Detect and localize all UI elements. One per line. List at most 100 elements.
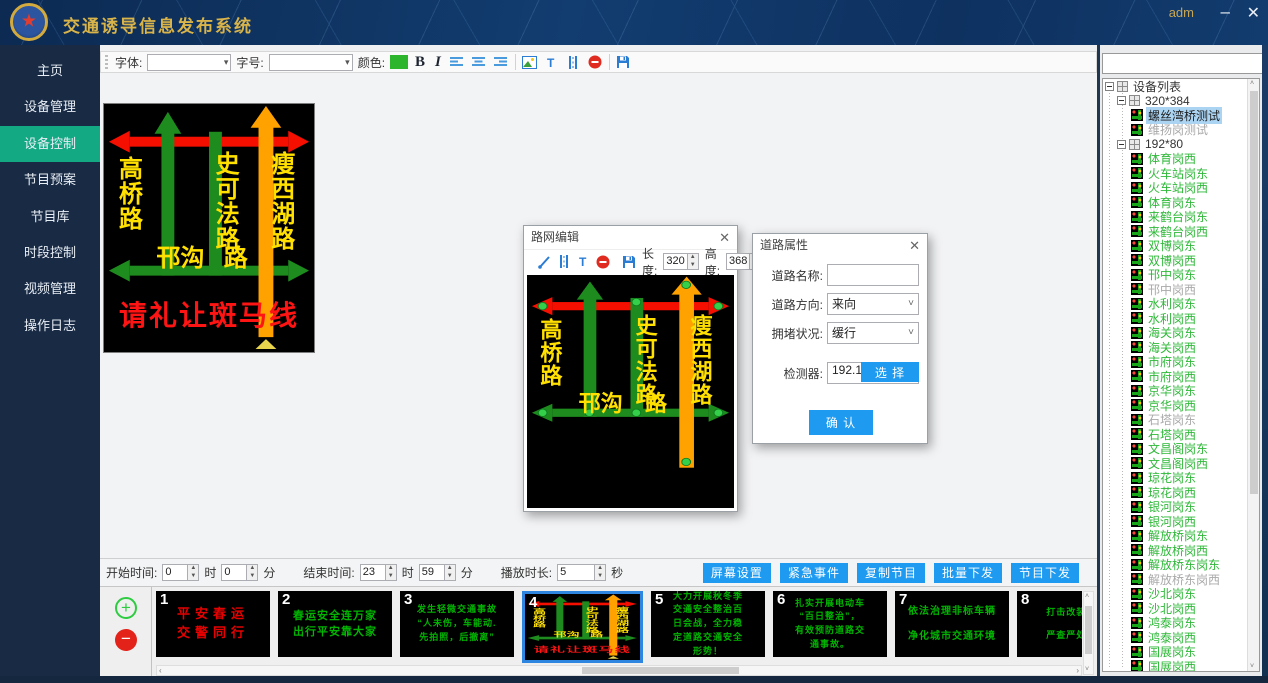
- length-spinner[interactable]: 320▲▼: [663, 253, 698, 270]
- confirm-button[interactable]: 确 认: [809, 410, 873, 435]
- playlist-item-2[interactable]: 2春运安全连万家出行平安靠大家: [278, 591, 392, 657]
- bold-button[interactable]: B: [413, 54, 427, 71]
- font-size-combobox[interactable]: ▾: [269, 54, 353, 71]
- duration-value[interactable]: 5: [557, 564, 595, 581]
- collapse-toggle-icon[interactable]: [1117, 140, 1126, 149]
- playlist-item-6[interactable]: 6扎实开展电动车“百日整治”，有效预防道路交通事故。: [773, 591, 887, 657]
- collapse-toggle-icon[interactable]: [1117, 96, 1126, 105]
- spinner-down-icon[interactable]: ▼: [386, 573, 396, 581]
- sidebar-item-7[interactable]: 视频管理: [0, 271, 100, 307]
- device-node[interactable]: 国展岗西: [1103, 659, 1247, 671]
- playlist-horizontal-scrollbar[interactable]: ‹ ›: [156, 665, 1082, 676]
- control-button-4[interactable]: 批量下发: [934, 563, 1002, 583]
- spinner-up-icon[interactable]: ▲: [247, 565, 257, 573]
- spinner-down-icon[interactable]: ▼: [595, 573, 605, 581]
- spinner-up-icon[interactable]: ▲: [445, 565, 455, 573]
- close-icon[interactable]: ✕: [909, 238, 920, 254]
- minimize-icon[interactable]: –: [1221, 2, 1230, 22]
- spinner-up-icon[interactable]: ▲: [595, 565, 605, 573]
- end-hour-spinner[interactable]: 23▲▼: [360, 564, 397, 581]
- height-value[interactable]: 368: [726, 253, 750, 270]
- duration-spinner[interactable]: 5▲▼: [557, 564, 606, 581]
- start-hour-value[interactable]: 0: [162, 564, 188, 581]
- editor-canvas[interactable]: 高桥路史可法路瘦西湖路邗沟路: [527, 275, 734, 508]
- road-name-input[interactable]: [827, 264, 919, 286]
- congestion-select[interactable]: 缓行˅: [827, 322, 919, 344]
- draw-road-icon[interactable]: [537, 253, 551, 270]
- end-minute-value[interactable]: 59: [419, 564, 445, 581]
- road-handle[interactable]: [682, 281, 691, 288]
- editor-road-network[interactable]: 高桥路史可法路瘦西湖路邗沟路: [527, 275, 734, 480]
- scrollbar-thumb[interactable]: [1085, 606, 1092, 654]
- delete-icon[interactable]: [596, 253, 610, 270]
- end-minute-spinner[interactable]: 59▲▼: [419, 564, 456, 581]
- road-handle[interactable]: [538, 409, 547, 416]
- playlist-item-1[interactable]: 1平安春运交警同行: [156, 591, 270, 657]
- playlist-item-7[interactable]: 7依法治理非标车辆净化城市交通环境: [895, 591, 1009, 657]
- scroll-down-icon[interactable]: ˅: [1250, 663, 1254, 670]
- select-button[interactable]: 选 择: [861, 362, 919, 382]
- scroll-left-icon[interactable]: ‹: [159, 666, 162, 675]
- road-network-icon[interactable]: [565, 54, 582, 71]
- control-button-5[interactable]: 节目下发: [1011, 563, 1079, 583]
- align-left-icon[interactable]: [449, 54, 466, 71]
- collapse-toggle-icon[interactable]: [1105, 82, 1114, 91]
- scroll-right-icon[interactable]: ›: [1076, 666, 1079, 675]
- scroll-down-icon[interactable]: ˅: [1085, 666, 1089, 673]
- close-icon[interactable]: ✕: [719, 230, 730, 246]
- playlist-item-4[interactable]: 4高桥路史可法路瘦西湖路邗沟路请礼让斑马线: [522, 591, 643, 663]
- scroll-up-icon[interactable]: ˄: [1250, 80, 1254, 87]
- playlist-vertical-scrollbar[interactable]: ˄ ˅: [1083, 591, 1094, 675]
- spinner-down-icon[interactable]: ▼: [247, 573, 257, 581]
- playlist-item-5[interactable]: 5大力开展秋冬季交通安全整治百日会战，全力稳定道路交通安全形势！: [651, 591, 765, 657]
- road-handle[interactable]: [714, 409, 723, 416]
- sidebar-item-4[interactable]: 节目预案: [0, 162, 100, 198]
- text-tool-icon[interactable]: T: [577, 253, 590, 270]
- delete-icon[interactable]: [587, 54, 604, 71]
- tree-scrollbar[interactable]: ˄ ˅: [1247, 79, 1259, 671]
- sidebar-item-5[interactable]: 节目库: [0, 199, 100, 235]
- sidebar-item-1[interactable]: 主页: [0, 53, 100, 89]
- scrollbar-thumb[interactable]: [1250, 91, 1258, 494]
- italic-button[interactable]: I: [432, 54, 444, 71]
- control-button-2[interactable]: 紧急事件: [780, 563, 848, 583]
- road-direction-select[interactable]: 来向˅: [827, 293, 919, 315]
- road-handle[interactable]: [632, 409, 641, 416]
- spinner-down-icon[interactable]: ▼: [445, 573, 455, 581]
- sidebar-item-2[interactable]: 设备管理: [0, 89, 100, 125]
- align-right-icon[interactable]: [493, 54, 510, 71]
- sidebar-item-8[interactable]: 操作日志: [0, 308, 100, 344]
- save-icon[interactable]: [615, 54, 632, 71]
- spinner-up-icon[interactable]: ▲: [188, 565, 198, 573]
- road-handle[interactable]: [682, 458, 691, 465]
- road-handle[interactable]: [632, 298, 641, 305]
- design-canvas[interactable]: 高桥路史可法路瘦西湖路邗沟路请礼让斑马线 路网编辑 ✕ T: [100, 73, 1097, 558]
- save-icon[interactable]: [622, 253, 636, 270]
- scrollbar-thumb[interactable]: [582, 667, 739, 674]
- sidebar-item-6[interactable]: 时段控制: [0, 235, 100, 271]
- playlist-item-8[interactable]: 8打击改装“炸严查严处“机: [1017, 591, 1082, 657]
- control-button-1[interactable]: 屏幕设置: [703, 563, 771, 583]
- scroll-up-icon[interactable]: ˄: [1085, 593, 1089, 600]
- road-segment-icon[interactable]: [557, 253, 571, 270]
- control-button-3[interactable]: 复制节目: [857, 563, 925, 583]
- spinner-up-icon[interactable]: ▲: [386, 565, 396, 573]
- spinner-down-icon[interactable]: ▼: [188, 573, 198, 581]
- align-center-icon[interactable]: [471, 54, 488, 71]
- start-minute-spinner[interactable]: 0▲▼: [221, 564, 258, 581]
- spinner-up-icon[interactable]: ▲: [688, 254, 698, 262]
- start-hour-spinner[interactable]: 0▲▼: [162, 564, 199, 581]
- device-node[interactable]: 维扬岗测试: [1103, 123, 1247, 138]
- length-value[interactable]: 320: [663, 253, 687, 270]
- spinner-down-icon[interactable]: ▼: [688, 262, 698, 270]
- add-program-button[interactable]: +: [115, 597, 137, 619]
- end-hour-value[interactable]: 23: [360, 564, 386, 581]
- road-handle[interactable]: [714, 302, 723, 309]
- road-handle[interactable]: [538, 302, 547, 309]
- playlist-item-3[interactable]: 3发生轻微交通事故“人未伤，车能动.先拍照，后撤离”: [400, 591, 514, 657]
- font-combobox[interactable]: ▾: [147, 54, 231, 71]
- close-icon[interactable]: ✕: [1247, 3, 1260, 23]
- remove-program-button[interactable]: −: [115, 629, 137, 651]
- insert-text-icon[interactable]: T: [543, 54, 560, 71]
- tree-root-node[interactable]: 设备列表: [1103, 79, 1247, 94]
